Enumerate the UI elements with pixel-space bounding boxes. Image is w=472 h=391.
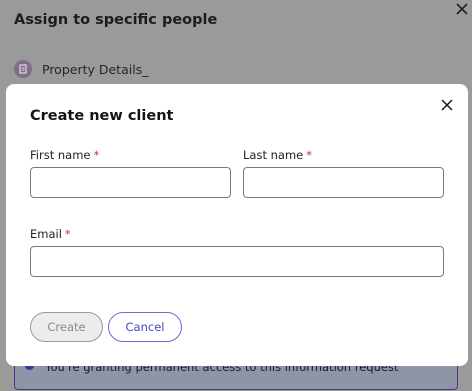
- document-icon: [14, 60, 32, 78]
- property-details-label: Property Details_: [42, 61, 149, 77]
- cancel-button[interactable]: Cancel: [108, 312, 182, 342]
- first-name-label: First name *: [30, 148, 99, 162]
- required-marker: *: [306, 148, 312, 162]
- email-label: Email *: [30, 227, 71, 241]
- first-name-label-text: First name: [30, 148, 91, 162]
- background-close-icon[interactable]: [452, 1, 472, 17]
- background-title: Assign to specific people: [14, 12, 218, 28]
- email-input[interactable]: [30, 246, 444, 277]
- first-name-input[interactable]: [30, 167, 231, 198]
- last-name-label-text: Last name: [243, 148, 304, 162]
- email-label-text: Email: [30, 227, 62, 241]
- required-marker: *: [64, 227, 71, 241]
- property-details-item: Property Details_: [14, 59, 148, 79]
- last-name-input[interactable]: [243, 167, 444, 198]
- create-button[interactable]: Create: [30, 312, 103, 342]
- required-marker: *: [93, 148, 100, 162]
- last-name-label: Last name *: [243, 148, 312, 162]
- create-client-modal: Create new client First name * Last name *…: [6, 84, 468, 366]
- close-icon[interactable]: [440, 97, 454, 111]
- modal-title: Create new client: [30, 108, 174, 124]
